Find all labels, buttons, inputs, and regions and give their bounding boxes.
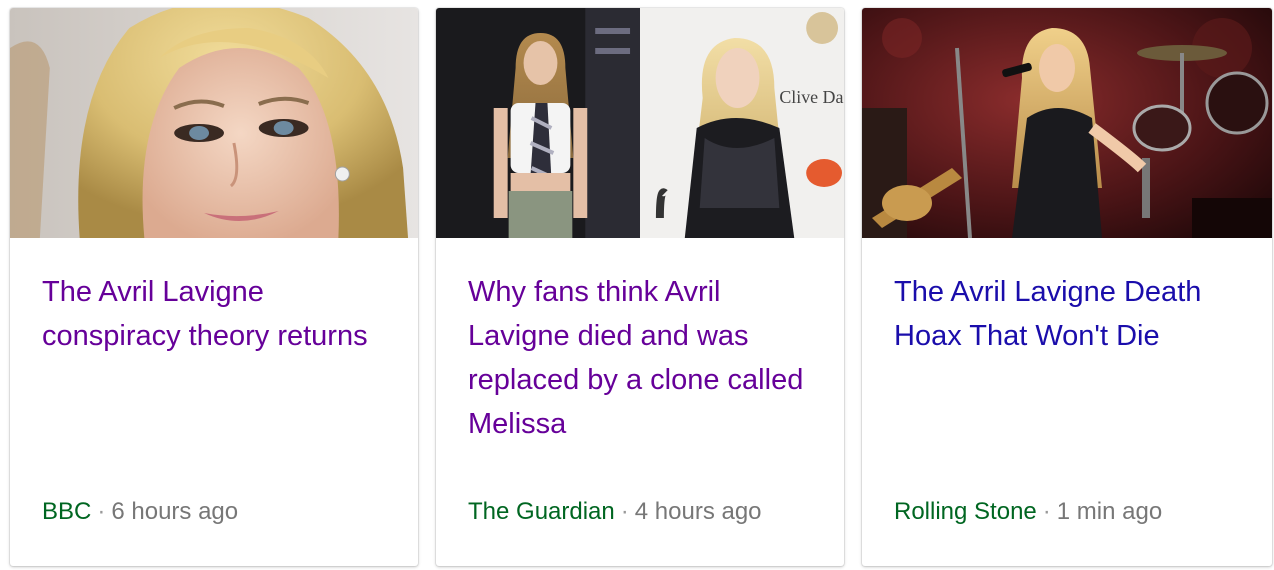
headline-link[interactable]: Why fans think Avril Lavigne died and wa… bbox=[468, 270, 820, 446]
headline-link[interactable]: The Avril Lavigne conspiracy theory retu… bbox=[42, 270, 394, 358]
meta-separator: · bbox=[1042, 498, 1051, 525]
source-name: BBC bbox=[42, 498, 92, 525]
article-meta: BBC · 6 hours ago bbox=[42, 497, 238, 527]
article-meta: The Guardian · 4 hours ago bbox=[468, 497, 762, 527]
headline-link[interactable]: The Avril Lavigne Death Hoax That Won't … bbox=[894, 270, 1248, 358]
publish-time: 1 min ago bbox=[1056, 498, 1163, 525]
comparison-photo-image: Clive Da bbox=[436, 8, 844, 238]
publish-time: 6 hours ago bbox=[111, 498, 239, 525]
backdrop-sign-text: Clive Da bbox=[779, 87, 843, 107]
news-thumbnail[interactable] bbox=[862, 8, 1272, 238]
article-meta: Rolling Stone · 1 min ago bbox=[894, 497, 1162, 527]
news-thumbnail[interactable]: Clive Da bbox=[436, 8, 844, 238]
news-thumbnail[interactable] bbox=[10, 8, 418, 238]
news-card[interactable]: Clive Da Why fans think Avril Lavigne di… bbox=[436, 8, 844, 566]
source-name: The Guardian bbox=[468, 498, 615, 525]
source-name: Rolling Stone bbox=[894, 498, 1037, 525]
news-card[interactable]: The Avril Lavigne Death Hoax That Won't … bbox=[862, 8, 1272, 566]
publish-time: 4 hours ago bbox=[634, 498, 762, 525]
meta-separator: · bbox=[97, 498, 106, 525]
news-card[interactable]: The Avril Lavigne conspiracy theory retu… bbox=[10, 8, 418, 566]
concert-photo-image bbox=[862, 8, 1272, 238]
meta-separator: · bbox=[620, 498, 629, 525]
news-carousel: The Avril Lavigne conspiracy theory retu… bbox=[0, 0, 1274, 570]
portrait-image bbox=[10, 8, 418, 238]
